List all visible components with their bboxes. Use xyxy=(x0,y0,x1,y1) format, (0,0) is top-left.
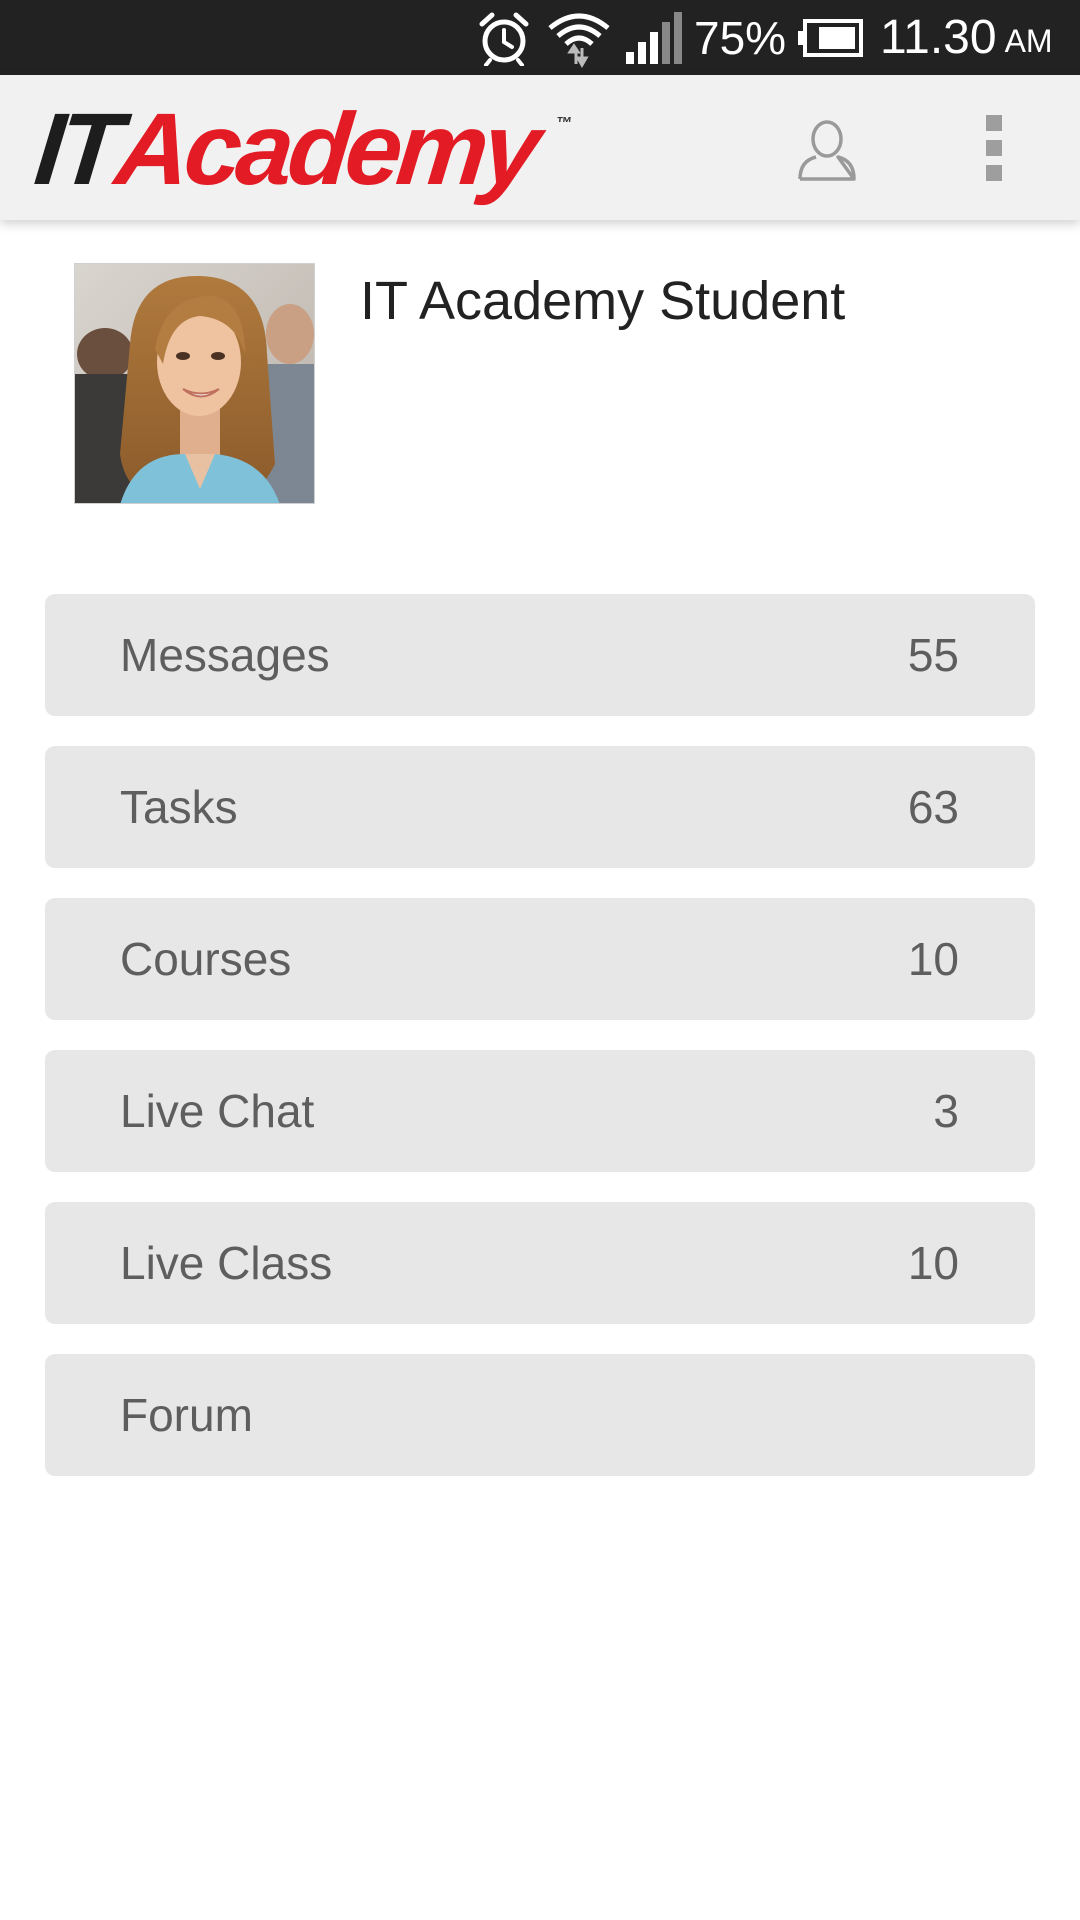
menu-item-label: Messages xyxy=(120,629,330,681)
menu-item-messages[interactable]: Messages 55 xyxy=(45,594,1035,716)
menu-item-label: Live Class xyxy=(120,1237,333,1289)
battery-icon xyxy=(797,0,865,75)
logo-academy-text: Academy xyxy=(110,91,542,206)
profile-name: IT Academy Student xyxy=(360,271,846,331)
avatar xyxy=(74,263,315,504)
app-bar: IT Academy ™ xyxy=(0,75,1080,220)
signal-icon xyxy=(624,0,684,75)
overflow-menu-icon[interactable] xyxy=(986,115,1006,181)
menu-item-count: 3 xyxy=(933,1085,959,1137)
menu-item-forum[interactable]: Forum xyxy=(45,1354,1035,1476)
clock-ampm: AM xyxy=(1004,23,1053,59)
menu-dot xyxy=(986,115,1002,131)
logo-it-text: IT xyxy=(30,91,123,206)
menu-item-live-class[interactable]: Live Class 10 xyxy=(45,1202,1035,1324)
menu-item-count: 10 xyxy=(907,933,959,985)
status-bar: 75% 11.30 AM xyxy=(0,0,1080,75)
battery-percent: 75% xyxy=(694,11,787,64)
user-icon[interactable] xyxy=(796,117,858,183)
menu-item-count: 55 xyxy=(907,629,959,681)
menu-item-label: Live Chat xyxy=(120,1085,315,1137)
menu-item-count: 10 xyxy=(907,1237,959,1289)
logo-trademark: ™ xyxy=(555,115,573,132)
menu-item-live-chat[interactable]: Live Chat 3 xyxy=(45,1050,1035,1172)
alarm-icon xyxy=(476,0,532,75)
menu-dot xyxy=(986,140,1002,156)
menu-item-label: Tasks xyxy=(120,781,238,833)
menu-item-count: 63 xyxy=(907,781,959,833)
clock: 11.30 AM xyxy=(880,0,1053,75)
app-logo[interactable]: IT Academy ™ xyxy=(30,89,573,209)
menu-item-courses[interactable]: Courses 10 xyxy=(45,898,1035,1020)
menu-item-label: Courses xyxy=(120,933,292,985)
wifi-icon xyxy=(546,0,612,75)
menu-item-label: Forum xyxy=(120,1389,253,1441)
menu-item-tasks[interactable]: Tasks 63 xyxy=(45,746,1035,868)
menu-dot xyxy=(986,165,1002,181)
clock-time: 11.30 xyxy=(880,11,997,64)
menu-list: Messages 55 Tasks 63 Courses 10 Live Cha… xyxy=(45,594,1035,1506)
